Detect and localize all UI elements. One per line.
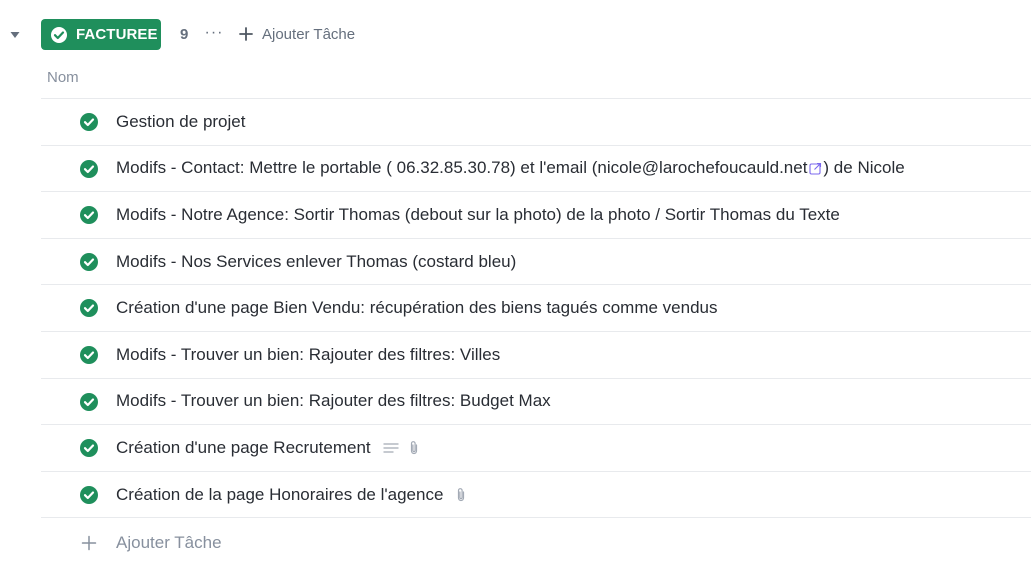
task-row[interactable]: Gestion de projet [41, 99, 1031, 146]
status-check-icon[interactable] [80, 485, 98, 504]
status-check-icon[interactable] [80, 392, 98, 411]
status-check-icon[interactable] [80, 345, 98, 364]
status-check-icon[interactable] [80, 113, 98, 131]
add-task-label: Ajouter Tâche [116, 533, 222, 552]
status-label: FACTUREE [76, 26, 158, 43]
task-row[interactable]: Modifs - Trouver un bien: Rajouter des f… [41, 332, 1031, 379]
task-name[interactable]: Modifs - Trouver un bien: Rajouter des f… [116, 391, 551, 411]
column-header-name[interactable]: Nom [47, 69, 79, 86]
status-check-icon[interactable] [80, 439, 98, 458]
task-list: Gestion de projet Modifs - Contact: Mett… [41, 99, 1031, 519]
task-name[interactable]: Gestion de projet [116, 112, 245, 132]
status-check-icon[interactable] [80, 299, 98, 318]
group-header: FACTUREE 9 ··· Ajouter Tâche [0, 15, 1031, 55]
add-task-button[interactable]: Ajouter Tâche [236, 23, 355, 45]
status-check-icon[interactable] [80, 206, 98, 225]
task-row[interactable]: Création d'une page Bien Vendu: récupéra… [41, 285, 1031, 332]
description-icon [382, 441, 399, 455]
task-name[interactable]: Modifs - Trouver un bien: Rajouter des f… [116, 345, 500, 365]
task-name[interactable]: Création d'une page Recrutement [116, 438, 420, 458]
status-check-icon[interactable] [80, 159, 98, 178]
task-name[interactable]: Création de la page Honoraires de l'agen… [116, 485, 467, 505]
task-count: 9 [180, 26, 189, 43]
add-task-label: Ajouter Tâche [262, 25, 356, 43]
collapse-caret-icon[interactable] [9, 29, 21, 41]
task-name[interactable]: Modifs - Notre Agence: Sortir Thomas (de… [116, 205, 840, 225]
task-row[interactable]: Modifs - Notre Agence: Sortir Thomas (de… [41, 192, 1031, 239]
status-check-icon[interactable] [80, 252, 98, 271]
external-link-icon[interactable] [809, 162, 822, 175]
plus-icon [79, 533, 99, 553]
task-name[interactable]: Création d'une page Bien Vendu: récupéra… [116, 298, 717, 318]
add-task-row[interactable]: Ajouter Tâche [41, 520, 1031, 566]
task-name[interactable]: Modifs - Contact: Mettre le portable ( 0… [116, 158, 905, 178]
attachment-icon [455, 487, 467, 503]
task-row[interactable]: Modifs - Nos Services enlever Thomas (co… [41, 239, 1031, 286]
task-name[interactable]: Modifs - Nos Services enlever Thomas (co… [116, 252, 516, 272]
check-circle-icon [50, 26, 68, 44]
task-row[interactable]: Modifs - Contact: Mettre le portable ( 0… [41, 146, 1031, 193]
more-options-icon[interactable]: ··· [204, 23, 224, 43]
status-badge[interactable]: FACTUREE [41, 19, 161, 50]
plus-icon [236, 24, 256, 44]
task-row[interactable]: Modifs - Trouver un bien: Rajouter des f… [41, 379, 1031, 426]
task-row[interactable]: Création d'une page Recrutement [41, 425, 1031, 472]
task-row[interactable]: Création de la page Honoraires de l'agen… [41, 472, 1031, 519]
attachment-icon [408, 440, 420, 456]
